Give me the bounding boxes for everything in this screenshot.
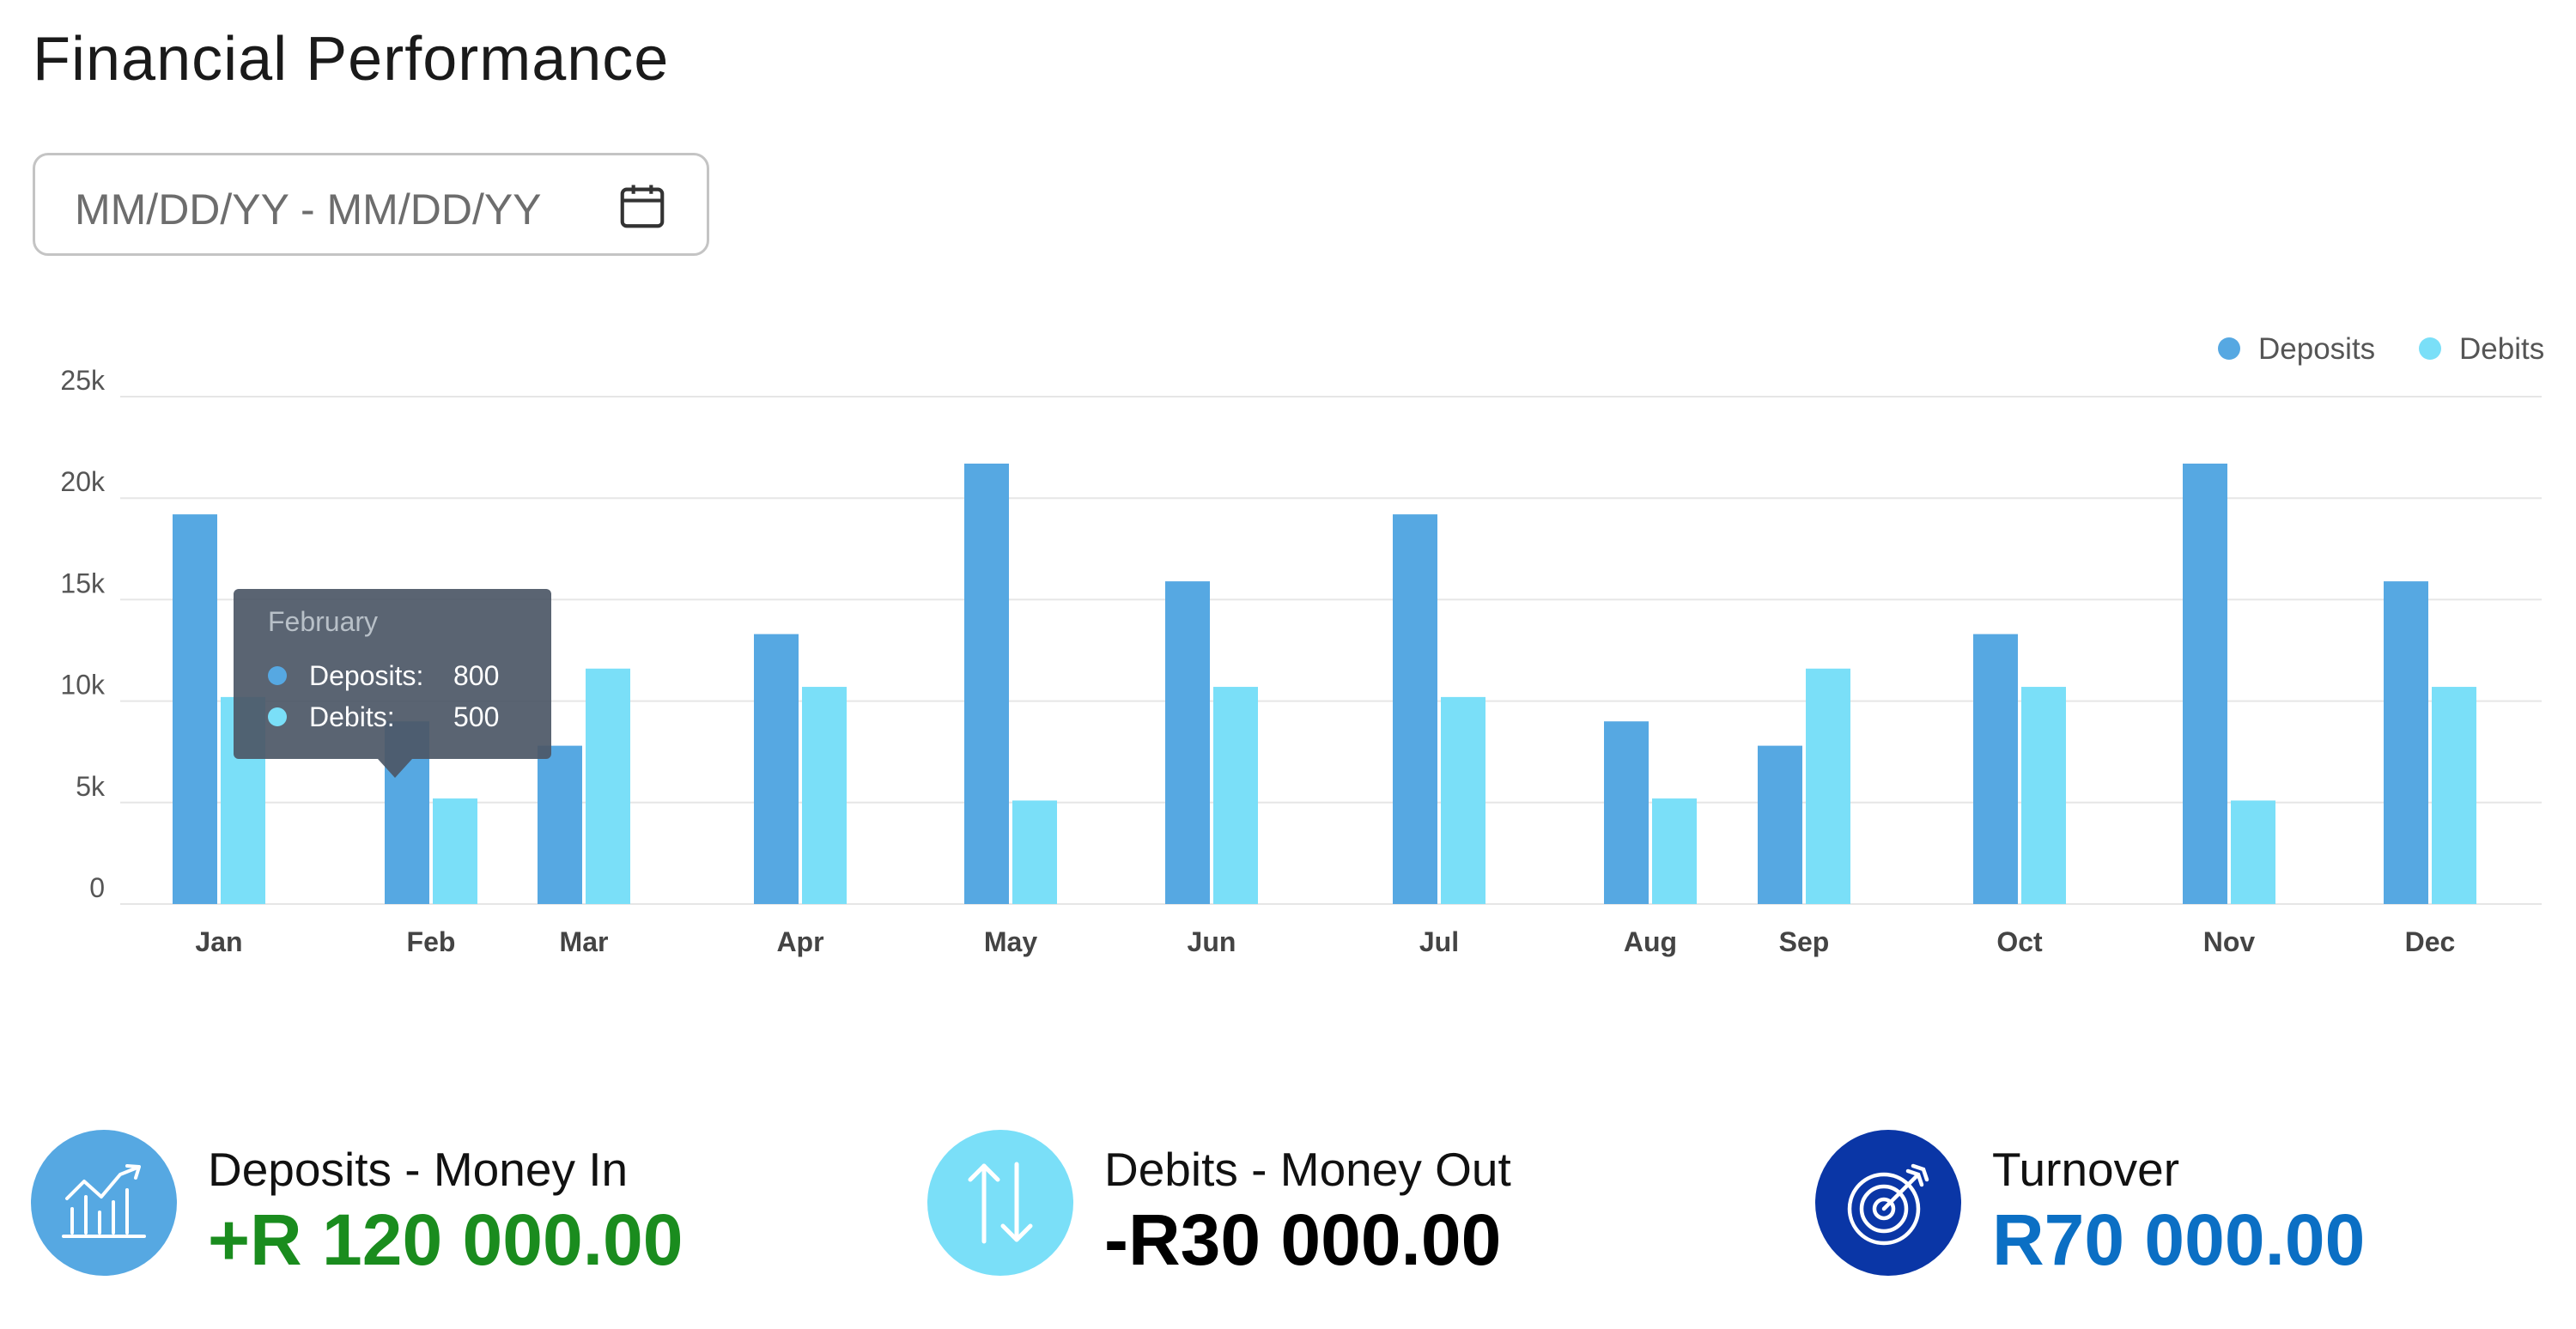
stat-label: Deposits - Money In <box>208 1143 629 1196</box>
legend-dot-deposits <box>2218 337 2240 360</box>
chart-legend: Deposits Debits <box>2218 332 2544 366</box>
x-tick-label: Aug <box>1624 926 1677 957</box>
bar-debits-may <box>1012 800 1057 904</box>
y-tick-label: 10k <box>60 670 106 701</box>
bar-deposits-apr <box>754 634 799 904</box>
tooltip-row-deposits: Deposits: 800 <box>268 655 551 696</box>
bar-deposits-jan <box>173 514 217 904</box>
bar-debits-oct <box>2021 687 2066 904</box>
debits-dot <box>268 707 287 726</box>
bar-debits-nov <box>2231 800 2275 904</box>
bar-deposits-may <box>964 464 1009 904</box>
bar-debits-jul <box>1441 696 1485 904</box>
bar-deposits-dec <box>2384 581 2428 904</box>
bar-debits-sep <box>1806 668 1850 904</box>
y-tick-label: 5k <box>76 771 106 802</box>
x-tick-label: Feb <box>407 926 456 957</box>
stat-value: +R 120 000.00 <box>208 1199 683 1280</box>
tooltip-label: Debits: <box>309 701 395 732</box>
bar-debits-jun <box>1213 687 1258 904</box>
bar-deposits-sep <box>1758 745 1802 904</box>
x-tick-label: Apr <box>776 926 823 957</box>
arrows-up-down-icon <box>968 1162 1033 1244</box>
legend-dot-debits <box>2419 337 2441 360</box>
stat-value: -R30 000.00 <box>1104 1199 1502 1280</box>
bar-debits-apr <box>802 687 847 904</box>
tooltip-value: 800 <box>453 659 500 691</box>
bar-chart: 0 5k 10k 15k 20k 25k Jan Feb Mar Apr May Jun Jul Aug… <box>60 332 2544 957</box>
bar-debits-mar <box>586 668 630 904</box>
x-tick-label: Sep <box>1779 926 1830 957</box>
x-tick-label: May <box>984 926 1037 957</box>
deposits-circle <box>31 1130 177 1276</box>
x-tick-label: Jul <box>1419 926 1459 957</box>
x-axis: Jan Feb Mar Apr May Jun Jul Aug Sep Oct Nov Dec <box>195 926 2455 957</box>
legend-label-debits: Debits <box>2459 332 2544 366</box>
x-tick-label: Jun <box>1188 926 1236 957</box>
y-tick-label: 20k <box>60 466 106 497</box>
chart-up-icon <box>62 1164 146 1238</box>
deposits-dot <box>268 666 287 685</box>
bar-deposits-mar <box>538 745 582 904</box>
tooltip-title: February <box>268 606 379 637</box>
bar-deposits-aug <box>1604 721 1649 904</box>
bar-deposits-jul <box>1393 514 1437 904</box>
x-tick-label: Jan <box>195 926 242 957</box>
chart-tooltip: February Deposits: 800 Debits: 500 <box>234 589 551 778</box>
bar-deposits-oct <box>1973 634 2018 904</box>
debits-circle <box>927 1130 1073 1276</box>
tooltip-row-debits: Debits: 500 <box>268 696 551 737</box>
x-tick-label: Dec <box>2405 926 2456 957</box>
stat-value: R70 000.00 <box>1992 1199 2366 1280</box>
x-tick-label: Nov <box>2203 926 2256 957</box>
legend-label-deposits: Deposits <box>2258 332 2375 366</box>
y-axis: 0 5k 10k 15k 20k 25k <box>60 365 106 903</box>
x-tick-label: Mar <box>560 926 609 957</box>
y-tick-label: 0 <box>89 872 105 903</box>
turnover-circle <box>1815 1130 1961 1276</box>
bar-deposits-nov <box>2183 464 2227 904</box>
x-tick-label: Oct <box>1996 926 2043 957</box>
target-icon <box>1847 1163 1929 1246</box>
stat-label: Turnover <box>1992 1143 2180 1196</box>
bar-debits-dec <box>2432 687 2476 904</box>
stat-label: Debits - Money Out <box>1104 1143 1511 1196</box>
bar-debits-aug <box>1652 798 1697 904</box>
bar-debits-feb <box>433 798 477 904</box>
tooltip-label: Deposits: <box>309 659 424 691</box>
y-tick-label: 25k <box>60 365 106 396</box>
tooltip-value: 500 <box>453 701 500 732</box>
bar-deposits-jun <box>1165 581 1210 904</box>
y-tick-label: 15k <box>60 567 106 598</box>
